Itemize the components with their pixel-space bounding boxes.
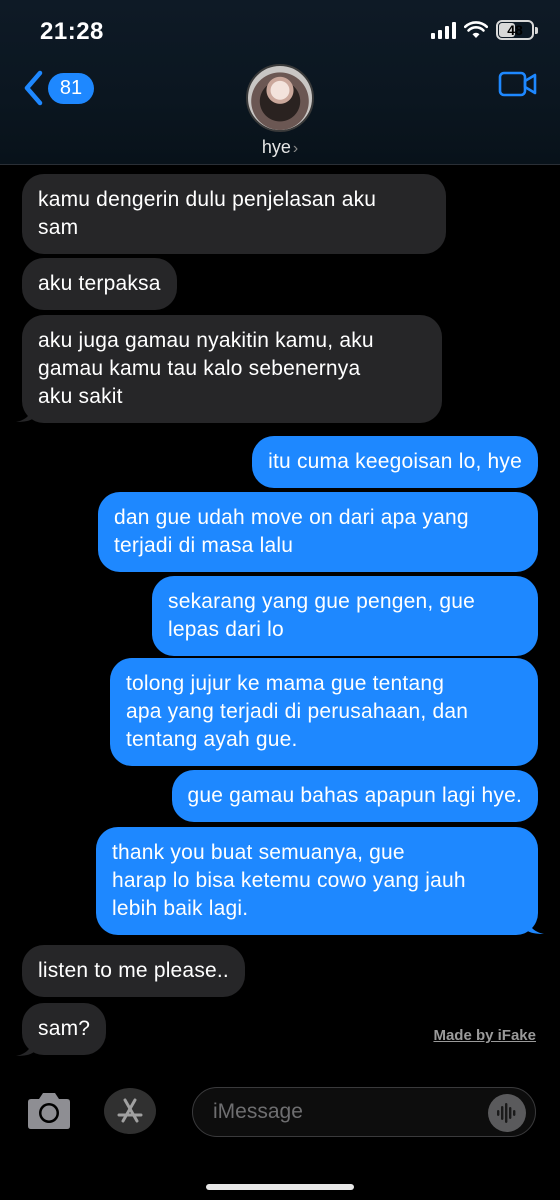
message-bubble-outgoing[interactable]: tolong jujur ke mama gue tentang apa yan… <box>110 658 538 766</box>
message-bubble-incoming[interactable]: listen to me please.. <box>22 945 245 997</box>
contact-avatar[interactable] <box>246 64 314 132</box>
message-bubble-outgoing[interactable]: sekarang yang gue pengen, gue lepas dari… <box>152 576 538 656</box>
message-bubble-incoming[interactable]: aku juga gamau nyakitin kamu, aku gamau … <box>22 315 442 423</box>
watermark-link[interactable]: Made by iFake <box>433 1027 536 1044</box>
message-bubble-outgoing[interactable]: dan gue udah move on dari apa yang terja… <box>98 492 538 572</box>
message-bubble-incoming[interactable]: aku terpaksa <box>22 258 177 310</box>
back-button[interactable]: 81 <box>22 70 94 106</box>
chevron-right-icon: › <box>292 140 299 157</box>
camera-button[interactable] <box>24 1090 74 1137</box>
wifi-icon <box>464 21 488 38</box>
bubble-tail <box>16 1038 34 1056</box>
message-bubble-incoming[interactable]: kamu dengerin dulu penjelasan aku sam <box>22 174 446 254</box>
contact-name[interactable]: hye › <box>0 137 560 158</box>
status-time: 21:28 <box>40 18 104 45</box>
contact-name-label: hye <box>261 137 291 157</box>
imessage-input[interactable]: iMessage <box>192 1087 536 1137</box>
video-call-button[interactable] <box>498 70 538 103</box>
bubble-tail <box>16 404 34 422</box>
app-store-icon <box>117 1098 143 1123</box>
back-chevron-icon <box>24 70 43 106</box>
battery-level: 48 <box>507 22 523 38</box>
video-camera-icon <box>498 71 537 97</box>
message-bubble-outgoing[interactable]: gue gamau bahas apapun lagi hye. <box>171 770 538 822</box>
camera-icon <box>28 1093 70 1129</box>
home-indicator[interactable] <box>206 1184 354 1190</box>
voice-message-button[interactable] <box>488 1094 526 1132</box>
voice-waveform-icon <box>497 1103 516 1123</box>
bubble-tail <box>526 916 544 934</box>
conversation-header: 21:28 48 81 hye › <box>0 0 560 165</box>
battery-icon: 48 <box>496 20 538 40</box>
signal-icon <box>431 21 456 39</box>
message-bubble-incoming[interactable]: sam? <box>22 1003 107 1055</box>
app-store-button[interactable] <box>104 1088 156 1134</box>
message-bubble-outgoing[interactable]: thank you buat semuanya, gue harap lo bi… <box>96 827 538 935</box>
unread-count-badge: 81 <box>48 72 94 104</box>
message-bubble-outgoing[interactable]: itu cuma keegoisan lo, hye <box>252 436 538 488</box>
status-icons: 48 <box>431 20 538 40</box>
